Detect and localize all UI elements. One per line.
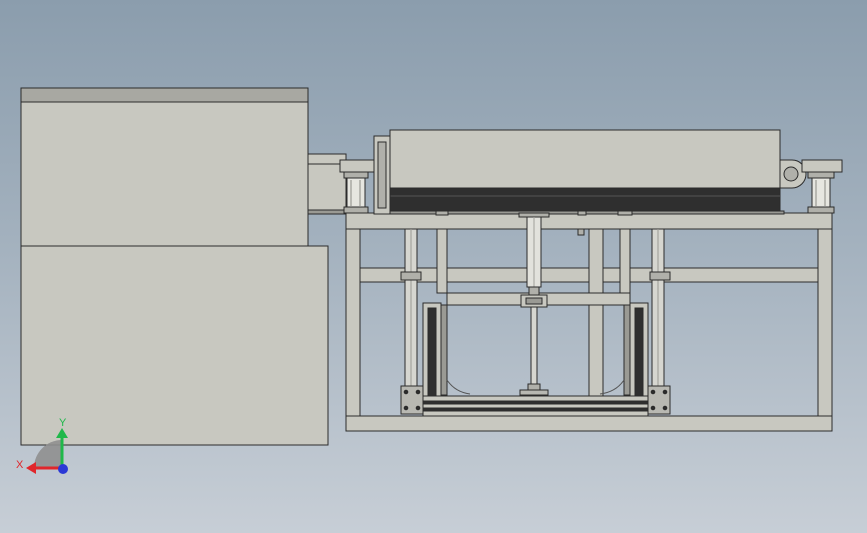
triad-x-label: X [16,459,24,471]
cabinet-top-cap [20,87,309,103]
right-guide-rod [647,228,671,415]
triad-y-label: Y [59,417,67,429]
frame-top-rail [345,212,833,230]
cabinet-lower-body [20,245,329,446]
conveyor-housing [389,129,781,189]
cad-viewport[interactable]: Y X [0,0,867,533]
left-cabinet [20,87,329,446]
frame-left-leg [345,228,361,432]
central-cylinder [518,212,550,396]
left-guide-rod [400,228,424,415]
triad-x-arrow-icon [26,462,36,474]
triad-z-origin-icon [58,464,68,474]
cabinet-upper-body [20,101,309,247]
assembly-drawing: Y X [16,87,843,474]
conveyor-belt [389,187,781,212]
conveyor [373,129,807,215]
carriage-base-bar [422,395,649,417]
frame-bottom-rail [345,415,833,432]
right-roller-support [801,159,843,214]
frame-right-leg [817,228,833,432]
